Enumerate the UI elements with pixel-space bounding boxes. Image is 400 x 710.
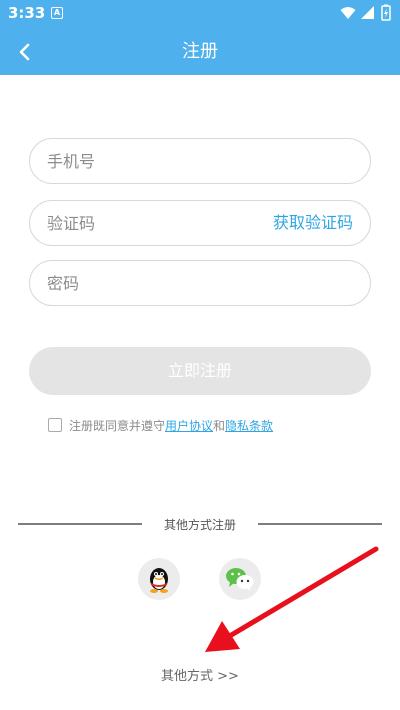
battery-charging-icon — [381, 4, 391, 21]
phone-input[interactable] — [47, 139, 257, 183]
signal-icon — [361, 6, 374, 19]
notification-app-icon: A — [51, 7, 63, 19]
other-ways-link[interactable]: 其他方式 >> — [0, 665, 400, 684]
qq-icon — [150, 568, 168, 593]
agreement-and: 和 — [213, 418, 226, 433]
back-button[interactable] — [10, 38, 38, 66]
get-code-button[interactable]: 获取验证码 — [273, 201, 353, 245]
terms-link[interactable]: 用户协议 — [165, 417, 213, 434]
agreement-prefix: 注册既同意并遵守 — [69, 418, 166, 433]
page-title: 注册 — [182, 41, 218, 62]
social-heading: 其他方式注册 — [163, 518, 236, 532]
status-bar: 3:33 A — [0, 0, 400, 28]
app-bar: 注册 — [0, 28, 400, 75]
wifi-icon — [340, 7, 356, 19]
phone-field — [29, 138, 371, 184]
agree-checkbox[interactable] — [48, 418, 62, 432]
wechat-login-button[interactable] — [219, 558, 261, 600]
qq-login-button[interactable] — [138, 558, 180, 600]
wechat-icon — [226, 568, 254, 591]
status-time: 3:33 — [8, 4, 46, 22]
password-input[interactable] — [47, 261, 257, 305]
privacy-link[interactable]: 隐私条款 — [225, 417, 273, 434]
register-button[interactable]: 立即注册 — [29, 347, 371, 395]
code-field: 获取验证码 — [29, 200, 371, 246]
agreement-row: 注册既同意并遵守 用户协议 和 隐私条款 — [48, 416, 273, 434]
chevron-left-icon — [19, 43, 30, 61]
password-field — [29, 260, 371, 306]
code-input[interactable] — [47, 201, 257, 245]
